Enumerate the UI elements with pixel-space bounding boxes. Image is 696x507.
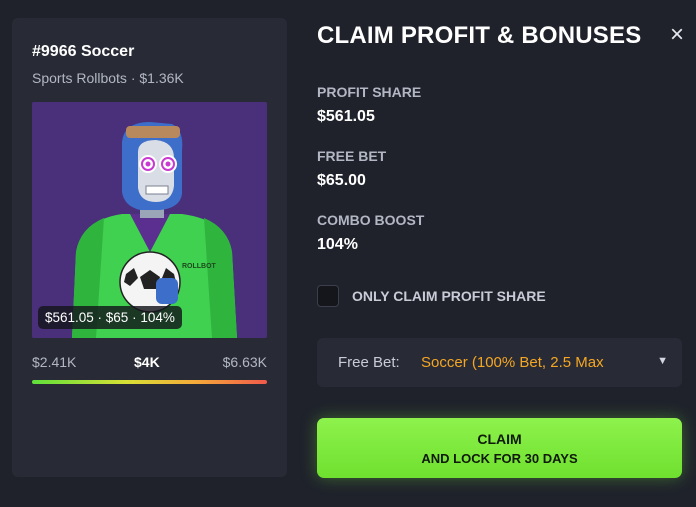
free-bet-select-value[interactable]: Soccer (100% Bet, 2.5 Max xyxy=(421,354,651,371)
free-bet-value: $65.00 xyxy=(317,172,366,189)
rollbot-soccer-illustration: ROLLBOT xyxy=(32,102,267,338)
chevron-down-icon[interactable]: ▼ xyxy=(657,355,668,367)
free-bet-select-label: Free Bet: xyxy=(338,354,400,371)
profit-share-value: $561.05 xyxy=(317,108,375,125)
nft-stats-badge: $561.05 · $65 · 104% xyxy=(38,306,182,329)
close-button[interactable]: × xyxy=(666,22,688,48)
claim-button[interactable]: CLAIM AND LOCK FOR 30 DAYS xyxy=(317,418,682,478)
nft-title: #9966 Soccer xyxy=(32,43,135,60)
nft-subtitle: Sports Rollbots · $1.36K xyxy=(32,70,184,86)
price-current: $4K xyxy=(134,354,160,370)
combo-boost-value: 104% xyxy=(317,236,358,253)
jersey-text: ROLLBOT xyxy=(182,263,217,270)
only-claim-profit-share-checkbox[interactable] xyxy=(317,285,339,307)
profit-share-label: PROFIT SHARE xyxy=(317,84,422,100)
price-high: $6.63K xyxy=(222,354,267,370)
claim-button-label: CLAIM xyxy=(477,431,522,447)
free-bet-label: FREE BET xyxy=(317,148,387,164)
nft-image: ROLLBOT $561.05 · $65 · 104% xyxy=(32,102,267,338)
only-claim-profit-share-label[interactable]: ONLY CLAIM PROFIT SHARE xyxy=(352,288,546,304)
price-low: $2.41K xyxy=(32,354,77,370)
claim-button-sublabel: AND LOCK FOR 30 DAYS xyxy=(421,451,578,466)
free-bet-select[interactable]: Free Bet: Soccer (100% Bet, 2.5 Max ▼ xyxy=(317,338,682,387)
price-range-bar xyxy=(32,380,267,384)
combo-boost-label: COMBO BOOST xyxy=(317,212,425,228)
nft-card: #9966 Soccer Sports Rollbots · $1.36K RO… xyxy=(12,18,287,477)
modal-title: CLAIM PROFIT & BONUSES xyxy=(317,22,642,49)
price-range-row: $2.41K $4K $6.63K xyxy=(32,354,267,374)
